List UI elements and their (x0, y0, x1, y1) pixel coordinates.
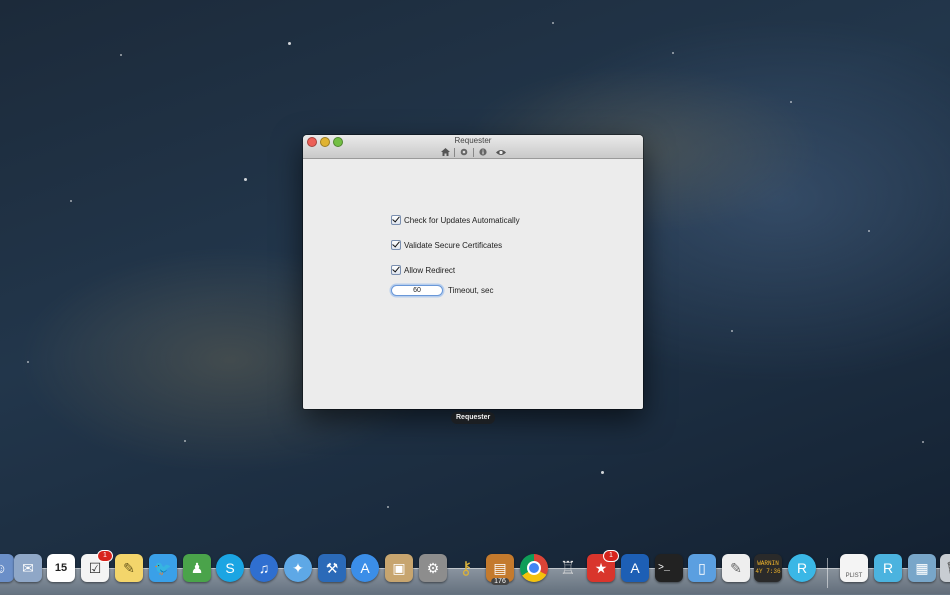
mail-stamp-icon[interactable]: ✉ (14, 554, 42, 582)
calendar-icon[interactable]: 15 (47, 554, 75, 582)
app-store-icon[interactable]: A (351, 554, 379, 582)
star (27, 361, 29, 363)
timeout-row: Timeout, sec (391, 285, 494, 296)
validate-certs-row[interactable]: Validate Secure Certificates (391, 240, 502, 250)
todo-badge: 1 (603, 550, 619, 562)
check-updates-label: Check for Updates Automatically (404, 215, 520, 225)
reminders-icon[interactable]: ☑ 1 (81, 550, 113, 582)
allow-redirect-row[interactable]: Allow Redirect (391, 265, 455, 275)
toolbar (303, 146, 643, 158)
finder-icon[interactable]: ☺ (0, 554, 14, 582)
textedit-icon[interactable]: ✎ (722, 554, 750, 582)
calendar-day: 15 (54, 562, 68, 574)
requester-folder-icon[interactable]: R (874, 554, 902, 582)
star (868, 230, 870, 232)
requester-window: Requester Check for Updates Automaticall… (303, 135, 643, 409)
dock-tooltip: Requester (451, 412, 496, 424)
terminal-icon[interactable]: >_ (655, 554, 683, 582)
chrome-center (527, 561, 541, 575)
console-icon[interactable]: WARNIN 4Y 7:36 (754, 554, 782, 582)
itunes-icon[interactable]: ♫ (250, 554, 278, 582)
star (601, 471, 604, 474)
star (731, 330, 733, 332)
toolbar-divider (473, 147, 474, 157)
keychain-icon[interactable]: ⚷ (452, 554, 480, 582)
home-icon[interactable] (438, 147, 452, 158)
dock-separator (827, 558, 828, 588)
plist-label: PLIST (845, 573, 863, 579)
eye-icon[interactable] (494, 147, 508, 158)
timeout-field[interactable] (391, 285, 443, 296)
mail-count: 176 (491, 578, 509, 585)
allow-redirect-label: Allow Redirect (404, 265, 456, 275)
star (244, 178, 247, 181)
check-updates-checkbox[interactable] (391, 215, 401, 225)
package-icon[interactable]: ▤ 176 (486, 554, 514, 585)
toolbar-divider (454, 147, 455, 157)
chrome-icon[interactable] (520, 554, 548, 582)
star (120, 54, 122, 56)
applications-folder-icon[interactable]: ▦ (908, 554, 936, 582)
gear-icon[interactable] (457, 147, 471, 158)
console-line-1: WARNIN (757, 560, 779, 567)
twitter-icon[interactable]: 🐦 (149, 554, 177, 582)
skype-icon[interactable]: S (216, 554, 244, 582)
window-title: Requester (454, 136, 492, 145)
star (672, 52, 674, 54)
android-icon[interactable]: ♟ (183, 554, 211, 582)
validate-certs-label: Validate Secure Certificates (404, 240, 503, 250)
console-line-2: 4Y 7:36 (755, 568, 781, 575)
validate-certs-checkbox[interactable] (391, 240, 401, 250)
safari-icon[interactable]: ✦ (284, 554, 312, 582)
settings-pane: Check for Updates Automatically Validate… (303, 159, 643, 409)
title-bar[interactable]: Requester (303, 135, 643, 159)
allow-redirect-checkbox[interactable] (391, 265, 401, 275)
plist-file-icon[interactable]: PLIST (840, 554, 868, 582)
star (790, 101, 792, 103)
reminders-badge: 1 (97, 550, 113, 562)
dictionary-icon[interactable]: A (621, 554, 649, 582)
system-preferences-icon[interactable]: ⚙ (419, 554, 447, 582)
check-updates-row[interactable]: Check for Updates Automatically (391, 215, 520, 225)
star (552, 22, 554, 24)
automator-icon[interactable]: ♖ (554, 554, 582, 582)
star (922, 441, 924, 443)
info-icon[interactable] (476, 147, 490, 158)
ios-simulator-icon[interactable]: ▯ (688, 554, 716, 582)
notes-icon[interactable]: ✎ (115, 554, 143, 582)
star (387, 506, 389, 508)
xcode-icon[interactable]: ⚒ (318, 554, 346, 582)
trash-icon[interactable]: 🗑 (940, 554, 950, 582)
star (184, 440, 186, 442)
requester-app-icon[interactable]: R (788, 554, 816, 582)
timeout-label: Timeout, sec (448, 286, 494, 295)
star (288, 42, 291, 45)
wunderlist-icon[interactable]: ★ 1 (587, 550, 619, 582)
preview-icon[interactable]: ▣ (385, 554, 413, 582)
star (70, 200, 72, 202)
